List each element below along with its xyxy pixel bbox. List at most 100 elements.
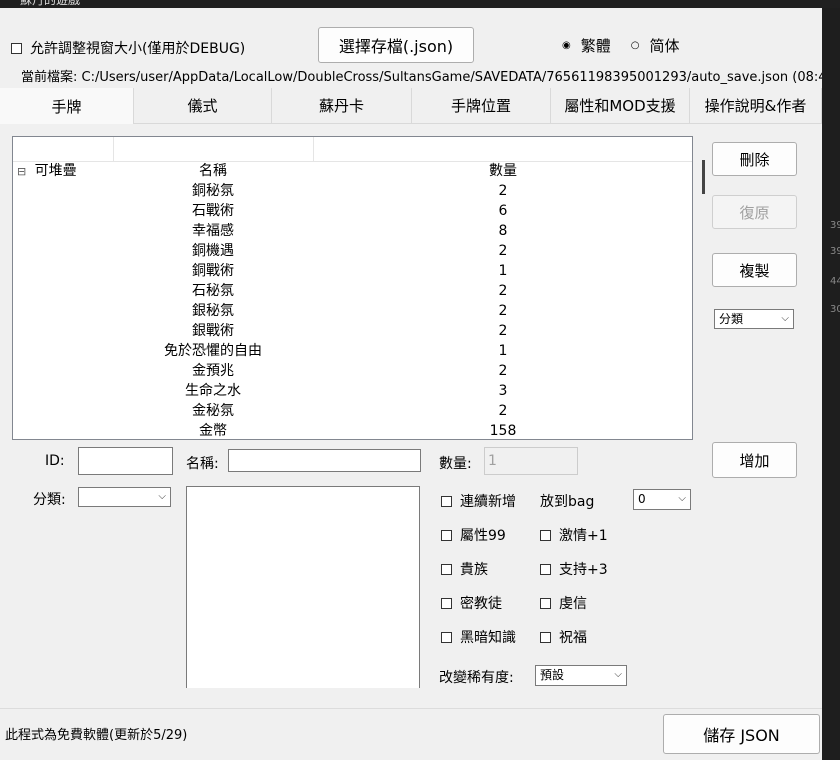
attr99-checkbox[interactable]	[441, 529, 452, 541]
devout-label: 虔信	[559, 596, 587, 612]
blessing-checkbox[interactable]	[540, 631, 551, 643]
tab-help-author[interactable]: 操作說明&作者	[690, 88, 822, 124]
id-input[interactable]	[78, 447, 173, 475]
name-label: 名稱:	[186, 456, 219, 472]
list-item-qty[interactable]: 1	[463, 261, 543, 281]
list-item-name[interactable]: 石秘氛	[133, 281, 293, 301]
category-select-value: 分類	[719, 312, 744, 326]
list-item-name[interactable]: 免於恐懼的自由	[133, 341, 293, 361]
choose-save-button[interactable]: 選擇存檔(.json)	[318, 27, 474, 63]
rarity-label: 改變稀有度:	[439, 670, 514, 686]
chevron-down-icon: ⌵	[678, 493, 686, 504]
dark-knowledge-option[interactable]: 黑暗知識	[441, 627, 516, 647]
list-item-name[interactable]: 銀秘氛	[133, 301, 293, 321]
delete-button[interactable]: 刪除	[712, 142, 797, 176]
current-file-path: C:/Users/user/AppData/LocalLow/DoubleCro…	[81, 70, 840, 85]
radio-simplified[interactable]: ○	[631, 40, 640, 51]
card-list[interactable]: ⊟ 可堆疊 名稱 數量 銅秘氛 2 石戰術 6 幸福感 8 銅機遇 2 銅戰術 1 石秘氛 2 銀秘氛 2…	[12, 136, 693, 440]
current-file-label: 當前檔案:	[21, 70, 78, 85]
continuous-add-checkbox[interactable]	[441, 495, 452, 507]
list-item-name[interactable]: 金幣	[133, 421, 293, 439]
column-qty-header: 數量	[489, 163, 517, 179]
rarity-select-value: 預設	[540, 668, 565, 682]
passion-option[interactable]: 激情+1	[540, 525, 608, 545]
bag-select-value: 0	[638, 492, 646, 506]
id-label: ID:	[45, 453, 65, 469]
description-textarea[interactable]	[186, 486, 420, 688]
support-label: 支持+3	[559, 562, 608, 578]
column-name-header: 名稱	[199, 163, 227, 179]
list-item-qty[interactable]: 2	[463, 361, 543, 381]
devout-option[interactable]: 虔信	[540, 593, 587, 613]
list-item-qty[interactable]: 2	[463, 281, 543, 301]
restore-button[interactable]: 復原	[712, 195, 797, 229]
strip-text: 30	[830, 304, 840, 315]
current-file: 當前檔案: C:/Users/user/AppData/LocalLow/Dou…	[21, 66, 840, 85]
list-item-qty[interactable]: 1	[463, 341, 543, 361]
list-item-qty[interactable]: 2	[463, 401, 543, 421]
cultist-checkbox[interactable]	[441, 597, 452, 609]
list-item-qty[interactable]: 6	[463, 201, 543, 221]
blessing-label: 祝福	[559, 630, 587, 646]
list-item-name[interactable]: 幸福感	[133, 221, 293, 241]
resize-option[interactable]: 允許調整視窗大小(僅用於DEBUG)	[11, 38, 245, 58]
tab-ritual[interactable]: 儀式	[134, 88, 272, 124]
passion-checkbox[interactable]	[540, 529, 551, 541]
tab-sultan-card[interactable]: 蘇丹卡	[272, 88, 412, 124]
strip-text: 39	[830, 246, 840, 257]
continuous-add-option[interactable]: 連續新增	[441, 491, 516, 511]
chevron-down-icon: ⌵	[781, 313, 789, 324]
list-item-qty[interactable]: 2	[463, 301, 543, 321]
save-json-button[interactable]: 儲存 JSON	[663, 714, 820, 754]
form-category-select[interactable]: ⌵	[78, 487, 171, 507]
tab-hand-position[interactable]: 手牌位置	[412, 88, 551, 124]
qty-input[interactable]: 1	[484, 447, 578, 475]
attr99-option[interactable]: 屬性99	[441, 525, 506, 545]
list-item-name[interactable]: 銅戰術	[133, 261, 293, 281]
list-item-qty[interactable]: 158	[463, 421, 543, 439]
strip-text: 39	[830, 220, 840, 231]
add-button[interactable]: 增加	[712, 442, 797, 478]
list-scrollbar[interactable]	[702, 160, 705, 194]
list-item-qty[interactable]: 8	[463, 221, 543, 241]
list-item-qty[interactable]: 2	[463, 181, 543, 201]
name-input[interactable]	[228, 449, 421, 472]
devout-checkbox[interactable]	[540, 597, 551, 609]
chevron-down-icon: ⌵	[158, 491, 166, 502]
resize-checkbox[interactable]	[11, 42, 22, 54]
blessing-option[interactable]: 祝福	[540, 627, 587, 647]
chevron-down-icon: ⌵	[614, 669, 622, 680]
rarity-select[interactable]: 預設 ⌵	[535, 665, 627, 686]
copy-button[interactable]: 複製	[712, 253, 797, 287]
cultist-label: 密教徒	[460, 596, 502, 612]
bag-select[interactable]: 0 ⌵	[633, 489, 691, 510]
list-item-name[interactable]: 石戰術	[133, 201, 293, 221]
radio-traditional-label: 繁體	[580, 37, 611, 55]
dark-knowledge-label: 黑暗知識	[460, 630, 516, 646]
tab-hand[interactable]: 手牌	[0, 88, 134, 124]
group-stackable[interactable]: ⊟ 可堆疊	[17, 161, 77, 181]
dark-knowledge-checkbox[interactable]	[441, 631, 452, 643]
collapse-icon[interactable]: ⊟	[17, 165, 26, 178]
list-item-qty[interactable]: 3	[463, 381, 543, 401]
list-item-qty[interactable]: 2	[463, 241, 543, 261]
category-label: 分類:	[33, 492, 66, 508]
list-item-name[interactable]: 生命之水	[133, 381, 293, 401]
footer-note: 此程式為免費軟體(更新於5/29)	[5, 728, 188, 743]
tab-attributes-mod[interactable]: 屬性和MOD支援	[551, 88, 690, 124]
noble-checkbox[interactable]	[441, 563, 452, 575]
cultist-option[interactable]: 密教徒	[441, 593, 502, 613]
radio-traditional[interactable]: ◉	[562, 40, 571, 51]
put-bag-label: 放到bag	[540, 494, 595, 510]
list-item-name[interactable]: 金預兆	[133, 361, 293, 381]
category-select[interactable]: 分類 ⌵	[714, 309, 794, 329]
list-item-name[interactable]: 銅機遇	[133, 241, 293, 261]
list-item-qty[interactable]: 2	[463, 321, 543, 341]
support-checkbox[interactable]	[540, 563, 551, 575]
list-item-name[interactable]: 銀戰術	[133, 321, 293, 341]
noble-option[interactable]: 貴族	[441, 559, 488, 579]
support-option[interactable]: 支持+3	[540, 559, 608, 579]
list-item-name[interactable]: 銅秘氛	[133, 181, 293, 201]
list-item-name[interactable]: 金秘氛	[133, 401, 293, 421]
window-title: 蘇丹的遊戲	[20, 0, 81, 7]
